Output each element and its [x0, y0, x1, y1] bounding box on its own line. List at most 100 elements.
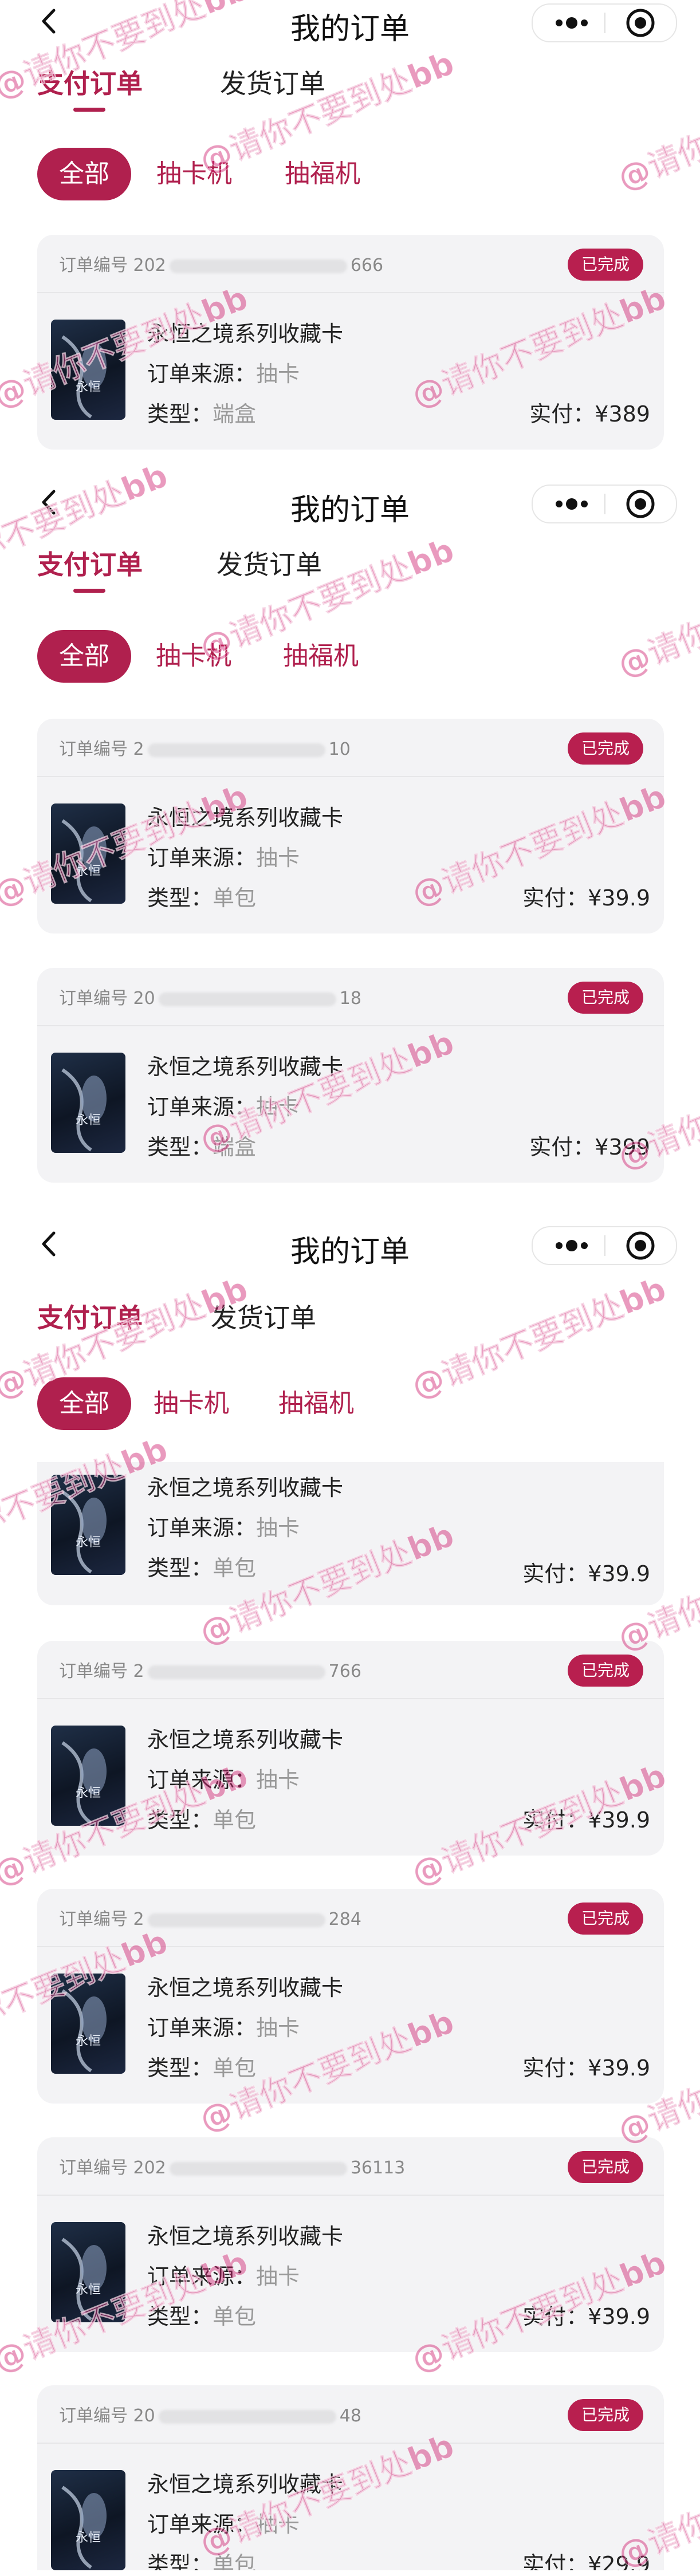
- mini-program-capsule: [532, 1226, 677, 1265]
- more-icon[interactable]: [543, 1227, 600, 1264]
- order-card[interactable]: 订单编号 20 48 已完成 永恒 永恒之境系列收藏卡 订单来源：抽卡 类型：单包…: [37, 2385, 664, 2570]
- tab-pay-orders[interactable]: 支付订单: [37, 63, 143, 101]
- more-icon[interactable]: [543, 486, 600, 522]
- product-name: 永恒之境系列收藏卡: [147, 321, 344, 346]
- order-number: 订单编号 202 666: [59, 255, 384, 275]
- svg-text:永恒: 永恒: [76, 2283, 101, 2297]
- order-source: 订单来源：抽卡: [147, 361, 300, 387]
- paid-price: 实付：¥39.9: [522, 2055, 650, 2081]
- product-name: 永恒之境系列收藏卡: [147, 1054, 344, 1080]
- chip-draw-machine[interactable]: 抽卡机: [154, 1377, 229, 1430]
- close-mini-program-icon[interactable]: [613, 486, 668, 522]
- filter-chips: 全部 抽卡机 抽福机: [0, 148, 700, 205]
- product-type: 类型：端盒: [147, 401, 257, 427]
- order-tabs: 支付订单 发货订单: [0, 1291, 700, 1349]
- status-badge: 已完成: [567, 2151, 643, 2183]
- order-source: 订单来源：抽卡: [147, 1515, 300, 1541]
- mini-program-capsule: [532, 485, 677, 523]
- product-thumbnail: 永恒: [51, 1974, 125, 2074]
- product-name: 永恒之境系列收藏卡: [147, 805, 344, 830]
- paid-price: 实付：¥399: [529, 1135, 650, 1160]
- chip-lucky-machine[interactable]: 抽福机: [285, 148, 360, 200]
- order-source: 订单来源：抽卡: [147, 2264, 300, 2289]
- tab-pay-orders[interactable]: 支付订单: [37, 544, 143, 582]
- product-type: 类型：单包: [147, 885, 257, 911]
- status-badge: 已完成: [567, 1903, 643, 1935]
- product-type: 类型：单包: [147, 2055, 257, 2081]
- filter-chips: 全部 抽卡机 抽福机: [0, 1377, 700, 1435]
- order-card-header: 订单编号 2 766 已完成: [37, 1641, 664, 1699]
- close-mini-program-icon[interactable]: [613, 5, 668, 41]
- product-thumbnail: 永恒: [51, 1726, 125, 1826]
- tab-ship-orders[interactable]: 发货订单: [211, 1297, 316, 1335]
- chip-all[interactable]: 全部: [37, 1377, 131, 1430]
- nav-header: 我的订单: [0, 1223, 700, 1269]
- chip-all[interactable]: 全部: [37, 148, 131, 200]
- order-number: 订单编号 2 284: [59, 1909, 361, 1929]
- chip-draw-machine[interactable]: 抽卡机: [156, 630, 231, 683]
- order-card[interactable]: 订单编号 2 284 已完成 永恒 永恒之境系列收藏卡 订单来源：抽卡 类型：单包…: [37, 1889, 664, 2104]
- order-card[interactable]: 订单编号 20 18 已完成 永恒 永恒之境系列收藏卡 订单来源：抽卡 类型：端盒…: [37, 968, 664, 1183]
- order-card-header: 订单编号 20 48 已完成: [37, 2385, 664, 2444]
- paid-price: 实付：¥39.9: [522, 1807, 650, 1833]
- order-card-header: 订单编号 20 18 已完成: [37, 968, 664, 1026]
- chip-lucky-machine[interactable]: 抽福机: [283, 630, 359, 683]
- product-type: 类型：单包: [147, 2304, 257, 2329]
- order-tabs: 支付订单 发货订单: [0, 538, 700, 596]
- paid-price: 实付：¥29.9: [522, 2552, 650, 2570]
- screenshot-3: 我的订单 支付订单 发货订单 全部 抽卡机 抽福机 永恒 永恒之境系列收藏卡 订…: [0, 1223, 700, 2570]
- status-badge: 已完成: [567, 732, 643, 765]
- svg-text:永恒: 永恒: [76, 1786, 101, 1801]
- order-number: 订单编号 2 10: [59, 739, 351, 759]
- tab-pay-orders[interactable]: 支付订单: [37, 1297, 143, 1335]
- svg-text:永恒: 永恒: [76, 380, 101, 395]
- tab-underline: [73, 108, 105, 112]
- nav-header: 我的订单: [0, 0, 700, 46]
- screenshot-2: 我的订单 支付订单 发货订单 全部 抽卡机 抽福机 订单编号 2 10 已完成 永…: [0, 481, 700, 1191]
- order-card[interactable]: 永恒 永恒之境系列收藏卡 订单来源：抽卡 类型：单包 实付：¥39.9: [37, 1462, 664, 1605]
- capsule-divider: [604, 494, 605, 514]
- chip-lucky-machine[interactable]: 抽福机: [278, 1377, 354, 1430]
- tab-underline: [73, 589, 105, 593]
- order-number: 订单编号 2 766: [59, 1661, 361, 1681]
- product-type: 类型：单包: [147, 2552, 257, 2570]
- svg-text:永恒: 永恒: [76, 864, 101, 879]
- capsule-divider: [604, 13, 605, 33]
- product-type: 类型：单包: [147, 1807, 257, 1833]
- chip-all[interactable]: 全部: [37, 630, 131, 683]
- nav-header: 我的订单: [0, 481, 700, 527]
- status-badge: 已完成: [567, 1655, 643, 1687]
- order-card[interactable]: 订单编号 2 10 已完成 永恒 永恒之境系列收藏卡 订单来源：抽卡 类型：单包 …: [37, 719, 664, 933]
- svg-text:永恒: 永恒: [76, 1113, 101, 1128]
- product-thumbnail: 永恒: [51, 803, 125, 904]
- order-source: 订单来源：抽卡: [147, 1767, 300, 1793]
- svg-text:永恒: 永恒: [76, 2034, 101, 2049]
- chip-draw-machine[interactable]: 抽卡机: [156, 148, 232, 200]
- screenshot-1: 我的订单 支付订单 发货订单 全部 抽卡机 抽福机 订单编号 202 666 已完…: [0, 0, 700, 470]
- tab-ship-orders[interactable]: 发货订单: [220, 63, 325, 101]
- order-card[interactable]: 订单编号 202 666 已完成 永恒 永恒之境系列收藏卡 订单来源：抽卡 类型：…: [37, 235, 664, 450]
- product-thumbnail: 永恒: [51, 320, 125, 420]
- tab-ship-orders[interactable]: 发货订单: [217, 544, 322, 582]
- order-source: 订单来源：抽卡: [147, 2512, 300, 2537]
- status-badge: 已完成: [567, 2399, 643, 2431]
- order-source: 订单来源：抽卡: [147, 845, 300, 871]
- status-badge: 已完成: [567, 249, 643, 281]
- order-card[interactable]: 订单编号 2 766 已完成 永恒 永恒之境系列收藏卡 订单来源：抽卡 类型：单包…: [37, 1641, 664, 1856]
- product-type: 类型：单包: [147, 1555, 257, 1581]
- product-name: 永恒之境系列收藏卡: [147, 1475, 344, 1500]
- more-icon[interactable]: [543, 5, 600, 41]
- order-number: 订单编号 20 48: [59, 2406, 361, 2426]
- order-card[interactable]: 订单编号 202 36113 已完成 永恒 永恒之境系列收藏卡 订单来源：抽卡 类…: [37, 2137, 664, 2352]
- svg-text:永恒: 永恒: [76, 2531, 101, 2545]
- product-thumbnail: 永恒: [51, 1053, 125, 1153]
- order-card-header: 订单编号 202 666 已完成: [37, 235, 664, 293]
- product-name: 永恒之境系列收藏卡: [147, 1975, 344, 2000]
- svg-text:永恒: 永恒: [76, 1535, 101, 1550]
- product-name: 永恒之境系列收藏卡: [147, 1727, 344, 1752]
- order-card-header: 订单编号 2 10 已完成: [37, 719, 664, 777]
- capsule-divider: [604, 1235, 605, 1256]
- close-mini-program-icon[interactable]: [613, 1227, 668, 1264]
- paid-price: 实付：¥39.9: [522, 885, 650, 911]
- paid-price: 实付：¥39.9: [522, 1561, 650, 1586]
